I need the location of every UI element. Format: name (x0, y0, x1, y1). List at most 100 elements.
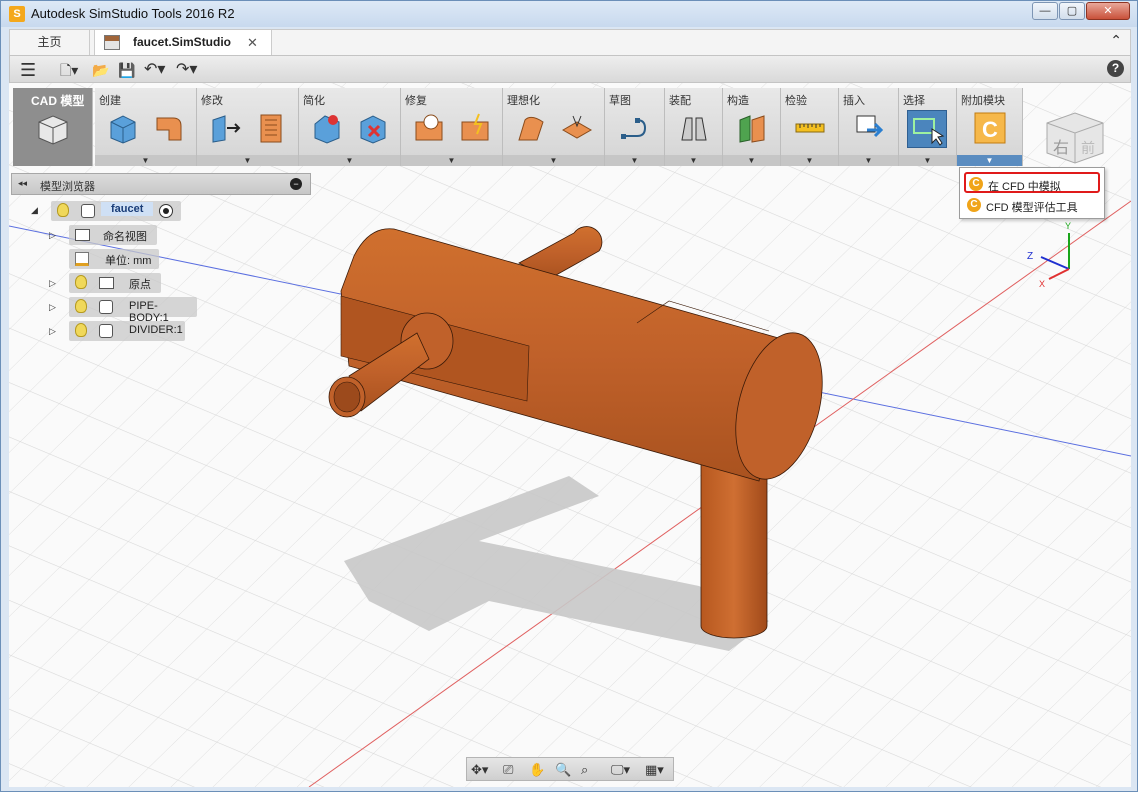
display-settings-icon[interactable]: 🖵▾ (611, 760, 630, 779)
tree-expand-icon[interactable]: ▷ (49, 302, 56, 313)
pan-icon[interactable]: ✋ (529, 760, 545, 779)
new-file-icon[interactable]: 🗋▾ (60, 60, 78, 80)
main-menu-icon[interactable]: ☰ (20, 60, 36, 80)
stitch-icon[interactable] (413, 112, 445, 144)
group-dropdown-arrow[interactable]: ▼ (503, 155, 604, 166)
select-button[interactable] (907, 110, 947, 148)
tree-expand-icon[interactable]: ▷ (49, 326, 56, 337)
group-dropdown-arrow[interactable]: ▼ (839, 155, 898, 166)
group-dropdown-arrow[interactable]: ▼ (781, 155, 838, 166)
remove-features-icon[interactable] (311, 112, 343, 144)
active-component-icon[interactable] (159, 204, 173, 218)
zoom-icon[interactable]: 🔍 (555, 760, 571, 779)
menu-item-simulate-in-cfd[interactable]: C 在 CFD 中模拟 (964, 172, 1100, 193)
box-icon[interactable] (107, 112, 139, 144)
maximize-button[interactable]: ▢ (1059, 2, 1085, 20)
tab-home[interactable]: 主页 (10, 30, 90, 56)
tree-expand-icon[interactable]: ▷ (49, 230, 56, 241)
close-button[interactable]: ✕ (1086, 2, 1130, 20)
ribbon-group-select[interactable]: 选择 ▼ (899, 88, 957, 166)
z-axis-label: Z (1027, 251, 1033, 262)
open-file-icon[interactable]: 📂 (92, 60, 109, 80)
viewcube-front-face: 前 (1081, 140, 1095, 157)
addins-dropdown-menu: C 在 CFD 中模拟 C CFD 模型评估工具 (959, 167, 1105, 219)
visibility-bulb-icon[interactable] (57, 203, 69, 217)
tree-root-faucet[interactable]: faucet (51, 201, 181, 221)
ribbon-group-assemble[interactable]: 装配 ▼ (665, 88, 723, 166)
ribbon-group-idealize[interactable]: 理想化 ▼ (503, 88, 605, 166)
cfd-icon: C (967, 198, 981, 212)
shell-icon[interactable] (255, 112, 287, 144)
collapse-browser-icon[interactable]: ◂◂ (18, 178, 27, 189)
tree-item-units[interactable]: 单位: mm (69, 249, 159, 269)
group-dropdown-arrow[interactable]: ▼ (723, 155, 780, 166)
orbit-icon[interactable]: ✥▾ (471, 760, 488, 779)
look-at-icon[interactable]: ⎚ (503, 760, 513, 779)
visibility-bulb-icon[interactable] (75, 299, 87, 313)
ribbon-group-inspect[interactable]: 检验 ▼ (781, 88, 839, 166)
visibility-bulb-icon[interactable] (75, 275, 87, 289)
insert-icon[interactable] (853, 112, 885, 144)
plane-icon[interactable] (736, 112, 768, 144)
tree-item-named-views[interactable]: 命名视图 (69, 225, 157, 245)
group-dropdown-arrow[interactable]: ▼ (299, 155, 400, 166)
push-pull-icon[interactable] (209, 112, 241, 144)
ribbon-group-modify[interactable]: 修改 ▼ (197, 88, 299, 166)
save-icon[interactable]: 💾 (118, 60, 135, 80)
group-label-assemble: 装配 (669, 95, 691, 107)
group-dropdown-arrow[interactable]: ▼ (197, 155, 298, 166)
measure-icon[interactable] (794, 112, 826, 144)
fit-icon[interactable]: ⌕ (581, 760, 588, 779)
group-dropdown-arrow[interactable]: ▼ (665, 155, 722, 166)
folder-icon (75, 229, 90, 241)
model-browser-header[interactable]: ◂◂ 模型浏览器 − (11, 173, 311, 195)
group-label-construct: 构造 (727, 95, 749, 107)
root-label: faucet (101, 202, 154, 216)
view-cube[interactable]: 右 前 (1041, 109, 1109, 165)
browser-minimize-icon[interactable]: − (290, 178, 302, 190)
help-icon[interactable]: ? (1107, 60, 1124, 77)
units-icon (75, 252, 89, 266)
component-icon (81, 204, 95, 218)
tree-item-label: 原点 (129, 279, 151, 291)
document-tab-bar: 主页 faucet.SimStudio ✕ ⌃ (9, 29, 1131, 56)
visibility-bulb-icon[interactable] (75, 323, 87, 337)
group-label-idealize: 理想化 (507, 95, 540, 107)
menu-item-cfd-model-assessment[interactable]: C CFD 模型评估工具 (964, 195, 1100, 216)
ribbon-group-addins[interactable]: 附加模块 C ▼ (957, 88, 1023, 166)
grid-settings-icon[interactable]: ▦▾ (645, 760, 664, 779)
undo-icon[interactable]: ↶▾ (144, 60, 165, 80)
group-label-addins: 附加模块 (961, 95, 1005, 107)
tree-expand-icon[interactable]: ▷ (49, 278, 56, 289)
group-dropdown-arrow[interactable]: ▼ (899, 155, 956, 166)
ribbon-group-sketch[interactable]: 草图 ▼ (605, 88, 665, 166)
joint-icon[interactable] (678, 112, 710, 144)
tree-item-divider[interactable]: DIVIDER:1 (69, 321, 185, 341)
surface-icon[interactable] (515, 112, 547, 144)
heal-icon[interactable] (459, 112, 491, 144)
cfd-addin-icon[interactable]: C (974, 112, 1006, 144)
ribbon-group-insert[interactable]: 插入 ▼ (839, 88, 899, 166)
addins-dropdown-arrow[interactable]: ▼ (957, 155, 1022, 166)
ribbon-workspace-cad[interactable]: CAD 模型 (13, 88, 93, 166)
group-label-inspect: 检验 (785, 95, 807, 107)
redo-icon[interactable]: ↷▾ (176, 60, 197, 80)
tree-item-pipe-body[interactable]: PIPE-BODY:1 (69, 297, 197, 324)
delete-body-icon[interactable] (357, 112, 389, 144)
ribbon-group-create[interactable]: 创建 ▼ (95, 88, 197, 166)
ribbon-group-construct[interactable]: 构造 ▼ (723, 88, 781, 166)
tab-faucet[interactable]: faucet.SimStudio ✕ (94, 30, 272, 56)
midsurface-icon[interactable] (561, 112, 593, 144)
ribbon-group-repair[interactable]: 修复 ▼ (401, 88, 503, 166)
group-dropdown-arrow[interactable]: ▼ (401, 155, 502, 166)
collapse-ribbon-icon[interactable]: ⌃ (1110, 32, 1122, 49)
ribbon-group-simplify[interactable]: 简化 ▼ (299, 88, 401, 166)
tree-item-origin[interactable]: 原点 (69, 273, 161, 293)
group-dropdown-arrow[interactable]: ▼ (95, 155, 196, 166)
sketch-icon[interactable] (619, 112, 651, 144)
extrude-icon[interactable] (153, 112, 185, 144)
group-dropdown-arrow[interactable]: ▼ (605, 155, 664, 166)
tree-expand-icon[interactable]: ◢ (31, 205, 38, 216)
tab-close-icon[interactable]: ✕ (247, 30, 258, 55)
minimize-button[interactable]: — (1032, 2, 1058, 20)
